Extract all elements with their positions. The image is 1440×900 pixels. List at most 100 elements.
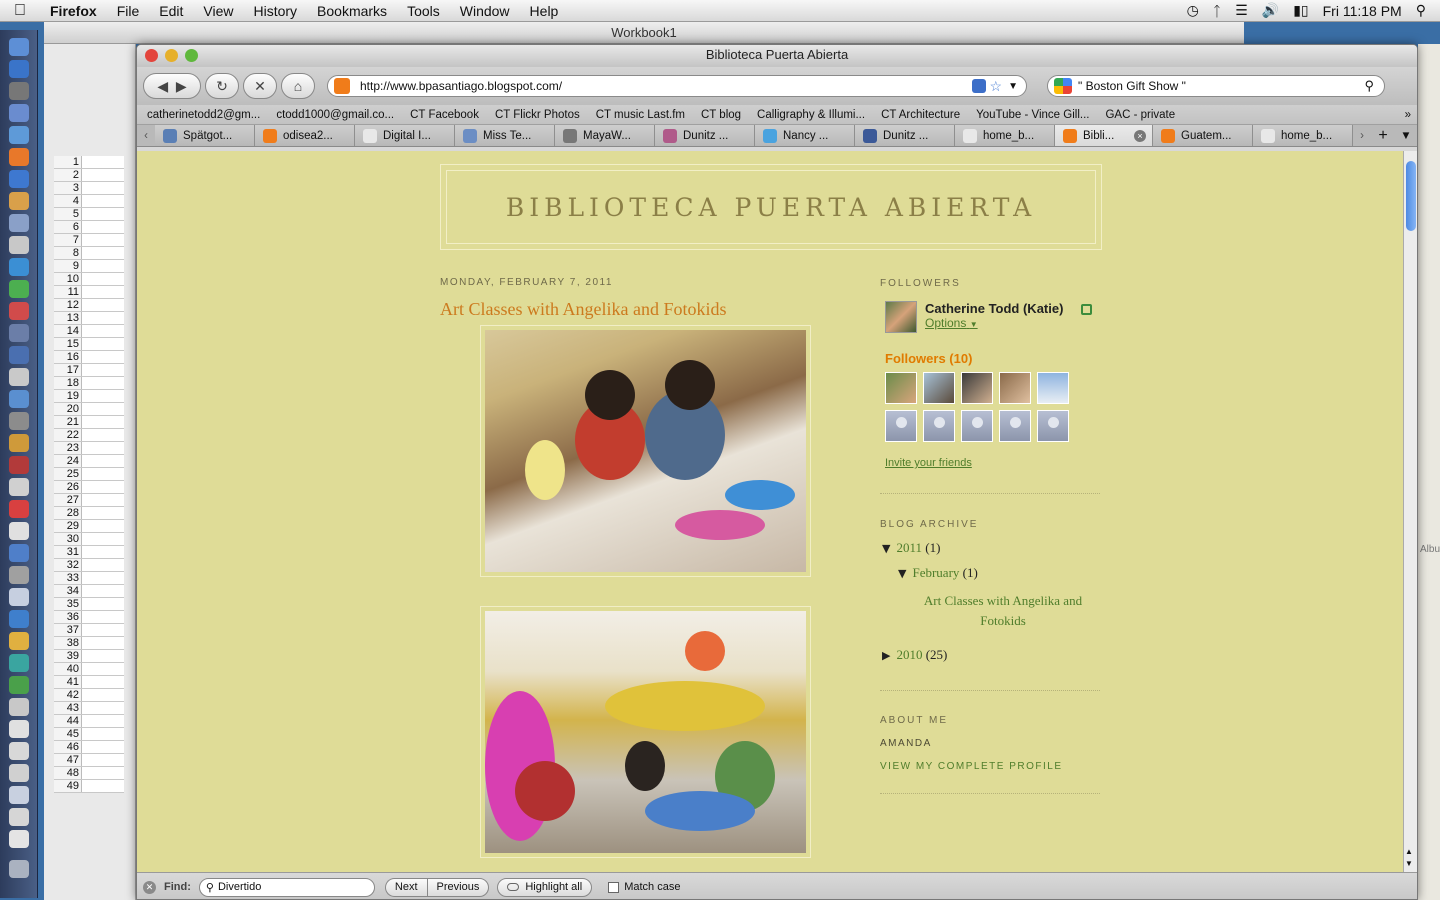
row-number[interactable]: 22	[54, 429, 82, 441]
cell[interactable]	[82, 702, 124, 714]
cell[interactable]	[82, 312, 124, 324]
dock-app-icon[interactable]	[9, 742, 29, 760]
row-number[interactable]: 14	[54, 325, 82, 337]
archive-month-label[interactable]: February	[912, 565, 959, 580]
archive-month-february[interactable]: ▼ February (1)	[898, 565, 978, 581]
bookmark-item[interactable]: CT music Last.fm	[596, 109, 685, 121]
dock-app-icon[interactable]	[9, 544, 29, 562]
bluetooth-icon[interactable]: ᛏ	[1213, 3, 1221, 19]
row-number[interactable]: 9	[54, 260, 82, 272]
bookmark-item[interactable]: YouTube - Vince Gill...	[976, 109, 1089, 121]
dock-app-icon[interactable]	[9, 170, 29, 188]
row-number[interactable]: 25	[54, 468, 82, 480]
row-number[interactable]: 43	[54, 702, 82, 714]
row-number[interactable]: 3	[54, 182, 82, 194]
row-number[interactable]: 31	[54, 546, 82, 558]
dock-app-icon[interactable]	[9, 786, 29, 804]
archive-year-2010[interactable]: ▶ 2010 (25)	[882, 647, 947, 663]
tab-list-icon[interactable]: ▼	[1395, 125, 1417, 146]
cell[interactable]	[82, 182, 124, 194]
url-text[interactable]: http://www.bpasantiago.blogspot.com/	[360, 79, 972, 93]
tab-1[interactable]: odisea2...	[255, 125, 355, 146]
dock-app-icon[interactable]	[9, 104, 29, 122]
external-link-icon[interactable]	[1081, 304, 1092, 315]
dock-app-icon[interactable]	[9, 610, 29, 628]
rss-feed-icon[interactable]	[971, 79, 986, 93]
row-number[interactable]: 17	[54, 364, 82, 376]
post-title[interactable]: Art Classes with Angelika and Fotokids	[440, 299, 727, 320]
archive-year-label[interactable]: 2011	[896, 540, 922, 555]
row-number[interactable]: 8	[54, 247, 82, 259]
row-number[interactable]: 38	[54, 637, 82, 649]
tab-5[interactable]: Dunitz ...	[655, 125, 755, 146]
cell[interactable]	[82, 559, 124, 571]
find-input-value[interactable]: Divertido	[218, 881, 261, 893]
row-number[interactable]: 5	[54, 208, 82, 220]
options-link[interactable]: Options ▼	[925, 316, 1063, 330]
cell[interactable]	[82, 546, 124, 558]
scrollbar-thumb[interactable]	[1406, 161, 1416, 231]
avatar[interactable]	[885, 410, 917, 442]
row-number[interactable]: 20	[54, 403, 82, 415]
google-engine-icon[interactable]	[1054, 78, 1072, 94]
avatar[interactable]	[885, 372, 917, 404]
dock-app-icon[interactable]	[9, 390, 29, 408]
archive-year-label[interactable]: 2010	[896, 647, 922, 662]
menu-history[interactable]: History	[243, 3, 307, 19]
dock-app-icon[interactable]	[9, 720, 29, 738]
about-me-name[interactable]: AMANDA	[880, 738, 932, 749]
cell[interactable]	[82, 169, 124, 181]
highlight-all-button[interactable]: Highlight all	[497, 877, 593, 897]
menubar-clock[interactable]: Fri 11:18 PM	[1323, 3, 1402, 19]
row-number[interactable]: 15	[54, 338, 82, 350]
reload-button[interactable]: ↻	[205, 73, 239, 99]
row-number[interactable]: 37	[54, 624, 82, 636]
row-number[interactable]: 4	[54, 195, 82, 207]
row-number[interactable]: 6	[54, 221, 82, 233]
row-number[interactable]: 30	[54, 533, 82, 545]
post-photo-classroom[interactable]	[485, 611, 806, 853]
cell[interactable]	[82, 689, 124, 701]
dock-app-icon[interactable]	[9, 522, 29, 540]
dock-app-icon[interactable]	[9, 258, 29, 276]
row-number[interactable]: 19	[54, 390, 82, 402]
minimize-window-button[interactable]	[165, 49, 178, 62]
cell[interactable]	[82, 351, 124, 363]
cell[interactable]	[82, 325, 124, 337]
scroll-up-icon[interactable]: ▲	[1405, 847, 1413, 856]
row-number[interactable]: 11	[54, 286, 82, 298]
row-number[interactable]: 44	[54, 715, 82, 727]
avatar[interactable]	[999, 372, 1031, 404]
dock-app-icon[interactable]	[9, 676, 29, 694]
row-number[interactable]: 48	[54, 767, 82, 779]
cell[interactable]	[82, 767, 124, 779]
vertical-scrollbar[interactable]: ▲ ▼	[1403, 151, 1417, 872]
tab-8[interactable]: home_b...	[955, 125, 1055, 146]
view-profile-link[interactable]: VIEW MY COMPLETE PROFILE	[880, 761, 1063, 772]
row-number[interactable]: 49	[54, 780, 82, 792]
find-previous-button[interactable]: Previous	[426, 877, 490, 897]
match-case-checkbox[interactable]: Match case	[608, 881, 680, 893]
row-number[interactable]: 36	[54, 611, 82, 623]
dock-app-icon[interactable]	[9, 588, 29, 606]
home-button[interactable]: ⌂	[281, 73, 315, 99]
search-bar[interactable]: " Boston Gift Show " ⚲	[1047, 75, 1385, 97]
cell[interactable]	[82, 507, 124, 519]
time-machine-icon[interactable]: ◷	[1187, 2, 1199, 19]
url-bar[interactable]: http://www.bpasantiago.blogspot.com/ ☆ ▼	[327, 75, 1027, 97]
dock-app-icon[interactable]	[9, 60, 29, 78]
cell[interactable]	[82, 260, 124, 272]
cell[interactable]	[82, 481, 124, 493]
volume-icon[interactable]: 🔊	[1262, 2, 1279, 19]
blog-title[interactable]: BIBLIOTECA PUERTA ABIERTA	[506, 193, 1036, 222]
dock-app-icon[interactable]	[9, 126, 29, 144]
row-number[interactable]: 40	[54, 663, 82, 675]
battery-icon[interactable]: ▮▯	[1293, 2, 1308, 19]
tab-7[interactable]: Dunitz ...	[855, 125, 955, 146]
row-number[interactable]: 47	[54, 754, 82, 766]
checkbox-icon[interactable]	[608, 881, 620, 893]
bookmark-item[interactable]: CT Facebook	[410, 109, 479, 121]
wifi-icon[interactable]: ☰	[1235, 2, 1248, 19]
search-input[interactable]: " Boston Gift Show "	[1078, 79, 1364, 93]
cell[interactable]	[82, 403, 124, 415]
